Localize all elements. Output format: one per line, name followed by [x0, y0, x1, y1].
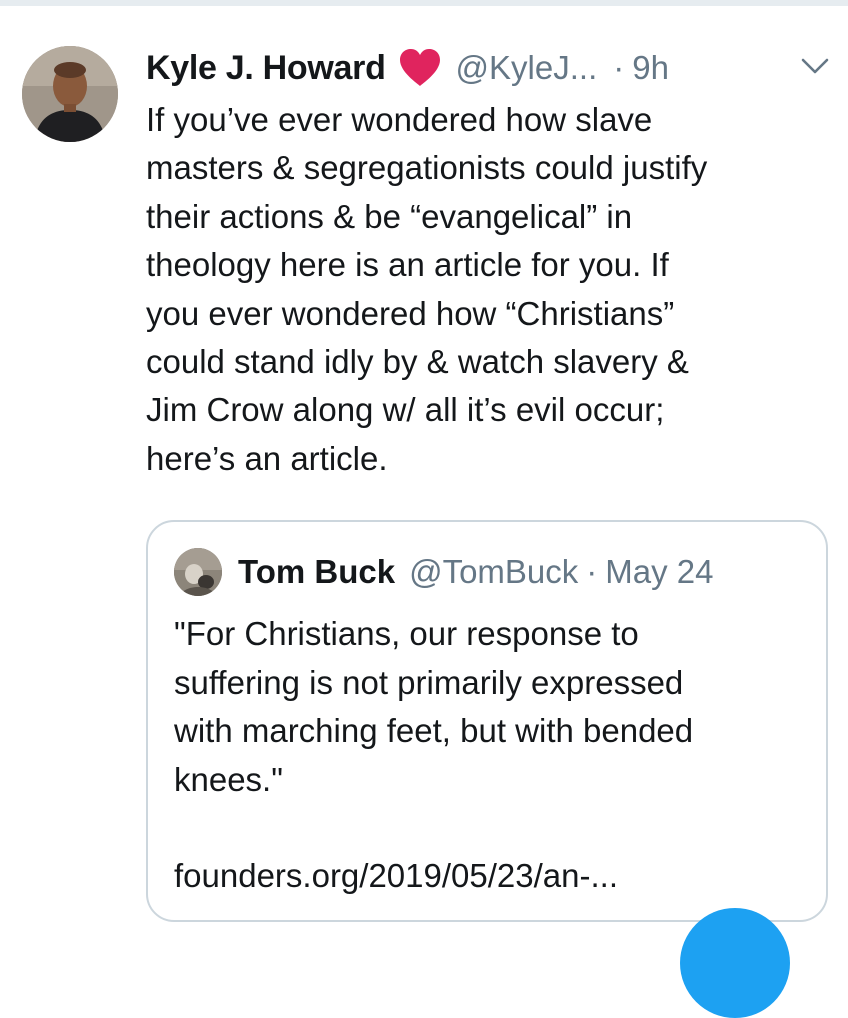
quoted-tweet-card[interactable]: Tom Buck @TomBuck · May 24 "For Christia… [146, 520, 828, 922]
compose-tweet-button[interactable] [680, 908, 790, 1018]
author-handle[interactable]: @KyleJ... [456, 49, 598, 87]
quoted-tweet-date[interactable]: May 24 [605, 553, 713, 591]
quoted-header-separator: · [586, 553, 598, 590]
chevron-down-icon[interactable] [798, 54, 832, 78]
avatar-photo-icon [22, 46, 118, 142]
author-avatar[interactable] [22, 46, 118, 142]
header-separator: · [613, 49, 625, 86]
quoted-author-avatar[interactable] [174, 548, 222, 596]
author-display-name[interactable]: Kyle J. Howard [146, 49, 386, 88]
quoted-avatar-photo-icon [174, 548, 222, 596]
red-heart-icon [398, 48, 442, 88]
quoted-author-display-name[interactable]: Tom Buck [238, 553, 395, 591]
quoted-tweet-header: Tom Buck @TomBuck · May 24 [238, 548, 714, 596]
tweet-timestamp[interactable]: 9h [632, 49, 669, 87]
tweet-body-text: If you’ve ever wondered how slave master… [146, 101, 708, 477]
quoted-author-handle[interactable]: @TomBuck [409, 553, 578, 591]
quoted-tweet-body-text: "For Christians, our response to sufferi… [174, 615, 694, 798]
tweet-header: Kyle J. Howard @KyleJ... · 9h [146, 44, 669, 92]
quoted-tweet-link[interactable]: founders.org/2019/05/23/an-... [174, 852, 618, 900]
top-divider [0, 0, 848, 6]
